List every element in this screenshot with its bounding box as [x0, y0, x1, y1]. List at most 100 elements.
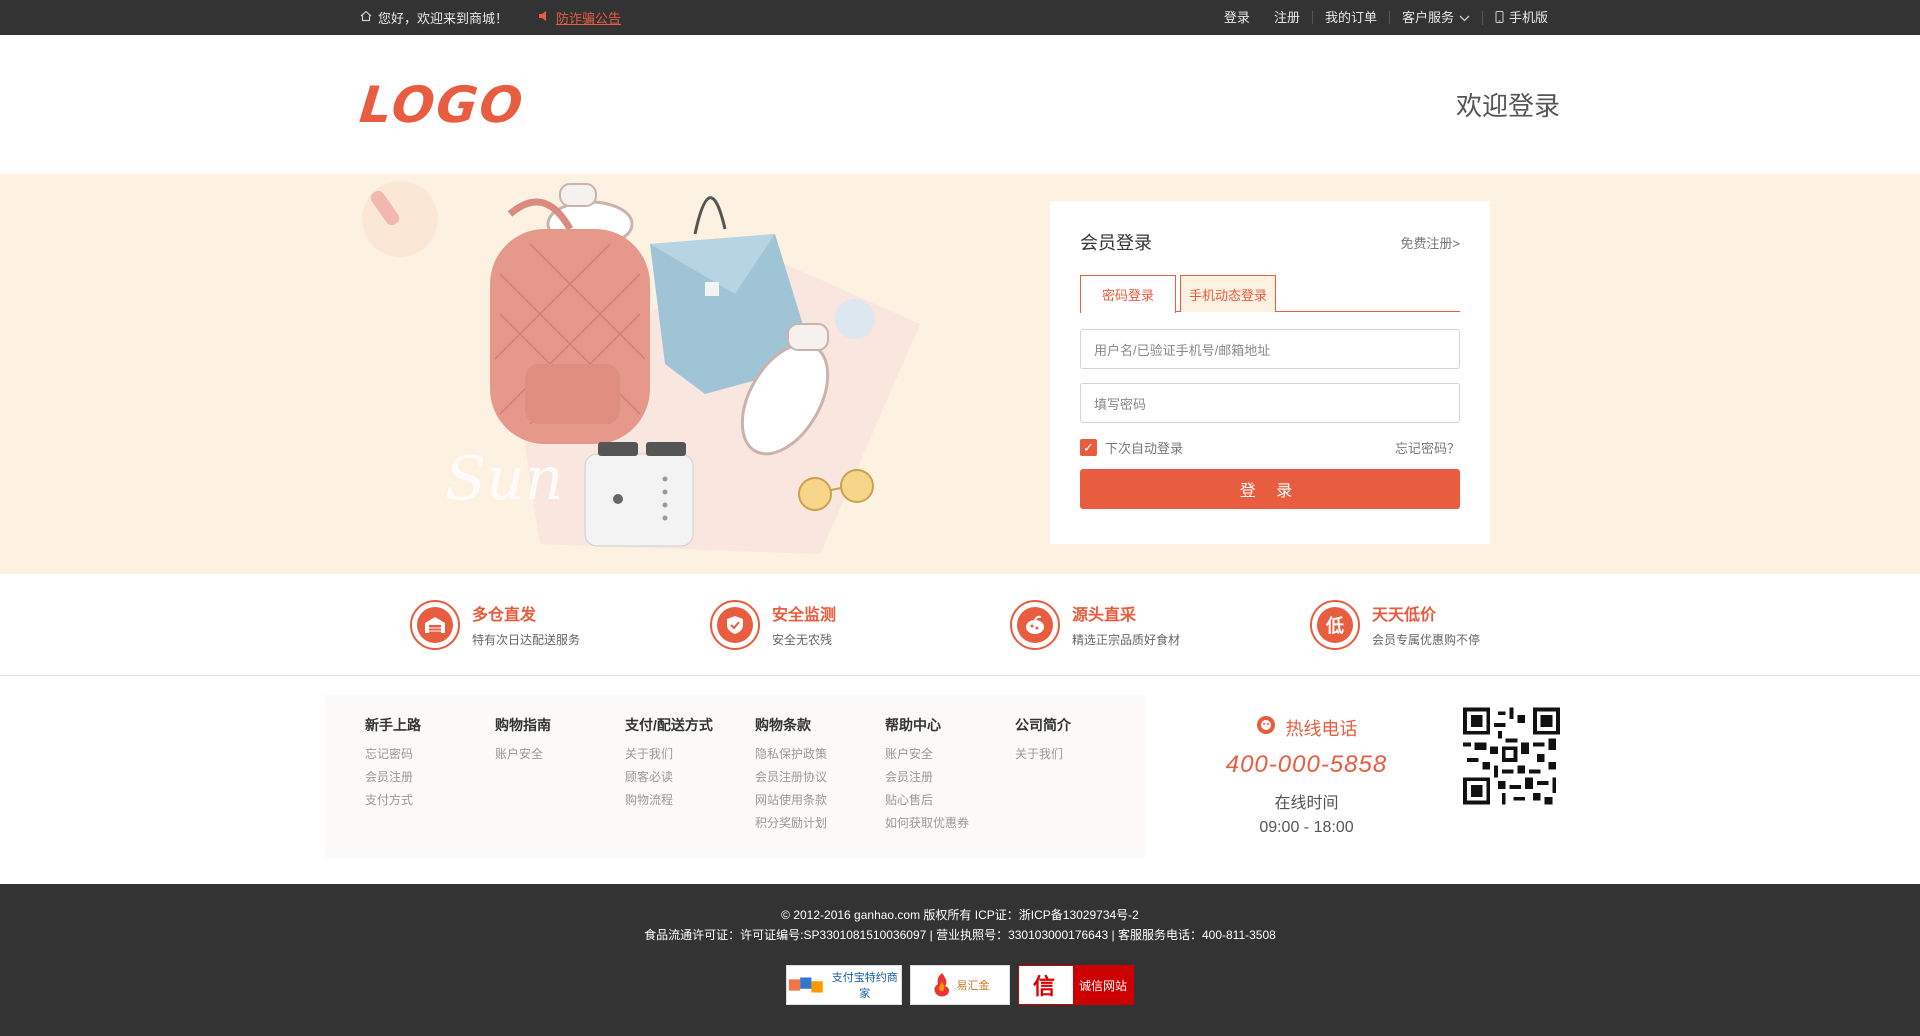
footer-link[interactable]: 网站使用条款 — [755, 789, 885, 812]
copyright: © 2012-2016 ganhao.com 版权所有 ICP证：浙ICP备13… — [781, 908, 1139, 922]
footer-link[interactable]: 会员注册 — [885, 766, 1015, 789]
low-price-icon: 低 — [1310, 599, 1360, 650]
warehouse-icon — [410, 599, 460, 650]
footer-link[interactable]: 隐私保护政策 — [755, 743, 885, 766]
svg-text:Sun: Sun — [445, 444, 563, 514]
feature-subtitle: 特有次日达配送服务 — [472, 633, 581, 647]
footer-col-title: 公司简介 — [1015, 717, 1071, 733]
credit-icon: 信 — [1019, 966, 1069, 1004]
tab-password-login[interactable]: 密码登录 — [1080, 275, 1176, 313]
flame-icon — [933, 973, 949, 997]
license-info: 食品流通许可证：许可证编号:SP3301081510036097 | 营业执照号… — [644, 928, 1276, 942]
footer-col: 购物指南 账户安全 — [495, 715, 625, 858]
mobile-version-link[interactable]: 手机版 — [1481, 10, 1560, 25]
greeting: 您好，欢迎来到商城！ — [360, 8, 508, 27]
footer-col: 购物条款 隐私保护政策 会员注册协议 网站使用条款 积分奖励计划 — [755, 715, 885, 858]
login-banner: Sun 会员登录 免费注册> 密码登录 手机动态登录 用户名/已验证手机号/邮箱… — [0, 174, 1920, 574]
login-tabs: 密码登录 手机动态登录 — [1080, 275, 1460, 313]
alipay-badge-label: 支付宝特约商家 — [831, 972, 898, 1000]
low-price-glyph: 低 — [1317, 606, 1353, 643]
feature-item: 安全监测 安全无农残 — [660, 599, 960, 650]
footer-link[interactable]: 顾客必读 — [625, 766, 755, 789]
username-input[interactable]: 用户名/已验证手机号/邮箱地址 — [1080, 329, 1460, 369]
qr-code-image — [1462, 707, 1560, 805]
footer-link[interactable]: 支付方式 — [365, 789, 495, 812]
footer-link[interactable]: 会员注册 — [365, 766, 495, 789]
site-logo[interactable]: LOGO — [357, 76, 527, 134]
footer-link[interactable]: 贴心售后 — [885, 789, 1015, 812]
food-icon — [1010, 599, 1060, 650]
footer-link[interactable]: 积分奖励计划 — [755, 812, 885, 835]
footer-link[interactable]: 会员注册协议 — [755, 766, 885, 789]
trusted-site-label: 诚信网站 — [1073, 966, 1133, 1004]
password-input[interactable]: 填写密码 — [1080, 383, 1460, 423]
checkbox-checked-icon[interactable]: ✓ — [1080, 439, 1097, 456]
alipay-merchant-badge[interactable]: 支付宝特约商家 — [786, 965, 902, 1005]
chevron-down-icon — [1459, 11, 1470, 24]
trust-badges: 支付宝特约商家 易汇金 信 诚信网站 — [0, 965, 1920, 1005]
phone-icon — [1495, 10, 1504, 25]
footer-link[interactable]: 购物流程 — [625, 789, 755, 812]
footer-link[interactable]: 关于我们 — [1015, 743, 1145, 766]
footer-col-title: 新手上路 — [365, 717, 421, 733]
footer-link[interactable]: 忘记密码 — [365, 743, 495, 766]
feature-item: 低 天天低价 会员专属优惠购不停 — [1260, 599, 1560, 650]
anti-fraud-notice-link[interactable]: 防诈骗公告 — [556, 8, 621, 27]
feature-title: 天天低价 — [1372, 607, 1437, 624]
puzzle-icon — [788, 977, 823, 993]
footer-link[interactable]: 账户安全 — [495, 743, 625, 766]
login-link[interactable]: 登录 — [1212, 11, 1262, 24]
login-button[interactable]: 登 录 — [1080, 469, 1460, 509]
remember-me[interactable]: ✓ 下次自动登录 — [1080, 438, 1183, 457]
header: LOGO 欢迎登录 — [0, 35, 1920, 174]
hotline: 热线电话 400-000-5858 在线时间 09:00 - 18:00 — [1190, 714, 1423, 881]
footer-col: 公司简介 关于我们 — [1015, 715, 1145, 858]
notice[interactable]: 防诈骗公告 — [538, 8, 621, 27]
bottom-bar: © 2012-2016 ganhao.com 版权所有 ICP证：浙ICP备13… — [0, 884, 1920, 1036]
headset-icon — [1255, 714, 1277, 741]
login-title: 会员登录 — [1080, 233, 1152, 253]
tab-sms-login[interactable]: 手机动态登录 — [1180, 275, 1276, 312]
shield-check-icon — [710, 599, 760, 650]
home-icon — [360, 10, 372, 25]
welcome-title: 欢迎登录 — [1455, 91, 1560, 121]
ehking-badge-label: 易汇金 — [956, 980, 990, 992]
feature-title: 多仓直发 — [472, 607, 537, 624]
footer-col: 帮助中心 账户安全 会员注册 贴心售后 如何获取优惠券 — [885, 715, 1015, 858]
feature-item: 源头直采 精选正宗品质好食材 — [960, 599, 1260, 650]
feature-item: 多仓直发 特有次日达配送服务 — [360, 599, 660, 650]
hours-value: 09:00 - 18:00 — [1259, 819, 1354, 836]
footer-link[interactable]: 如何获取优惠券 — [885, 812, 1015, 835]
footer-columns: 新手上路 忘记密码 会员注册 支付方式 购物指南 账户安全 支付/配送方式 关于… — [325, 695, 1145, 858]
hours-label: 在线时间 — [1274, 795, 1339, 812]
greeting-text: 您好，欢迎来到商城！ — [378, 11, 509, 26]
remember-me-label: 下次自动登录 — [1105, 441, 1184, 456]
login-form: 会员登录 免费注册> 密码登录 手机动态登录 用户名/已验证手机号/邮箱地址 填… — [1050, 201, 1490, 544]
feature-subtitle: 安全无农残 — [772, 633, 833, 647]
footer-link[interactable]: 关于我们 — [625, 743, 755, 766]
register-link-top[interactable]: 注册 — [1262, 11, 1312, 24]
free-register-link[interactable]: 免费注册> — [1400, 233, 1460, 252]
hotline-title: 热线电话 — [1285, 718, 1358, 739]
feature-title: 源头直采 — [1072, 607, 1137, 624]
feature-subtitle: 精选正宗品质好食材 — [1072, 633, 1181, 647]
customer-service-menu[interactable]: 客户服务 — [1388, 11, 1482, 24]
feature-title: 安全监测 — [772, 607, 837, 624]
my-orders-link[interactable]: 我的订单 — [1311, 11, 1389, 24]
footer-col: 支付/配送方式 关于我们 顾客必读 购物流程 — [625, 715, 755, 858]
feature-subtitle: 会员专属优惠购不停 — [1372, 633, 1481, 647]
footer-col-title: 购物条款 — [755, 717, 811, 733]
footer-links: 新手上路 忘记密码 会员注册 支付方式 购物指南 账户安全 支付/配送方式 关于… — [0, 676, 1920, 881]
top-bar: 您好，欢迎来到商城！ 防诈骗公告 登录 注册 我的订单 客户服务 手机版 — [0, 0, 1920, 35]
forgot-password-link[interactable]: 忘记密码？ — [1395, 438, 1460, 457]
speaker-icon — [538, 10, 550, 25]
ehking-badge[interactable]: 易汇金 — [910, 965, 1010, 1005]
feature-strip: 多仓直发 特有次日达配送服务 安全监测 安全无农残 源头直采 精选正宗品质好食材 — [0, 574, 1920, 676]
footer-link[interactable]: 账户安全 — [885, 743, 1015, 766]
footer-col-title: 购物指南 — [495, 717, 551, 733]
product-collage-image: Sun — [362, 181, 920, 554]
mobile-version-label: 手机版 — [1508, 10, 1548, 25]
footer-col-title: 帮助中心 — [885, 717, 941, 733]
trusted-site-badge[interactable]: 信 诚信网站 — [1018, 965, 1134, 1005]
footer-col-title: 支付/配送方式 — [625, 717, 713, 733]
